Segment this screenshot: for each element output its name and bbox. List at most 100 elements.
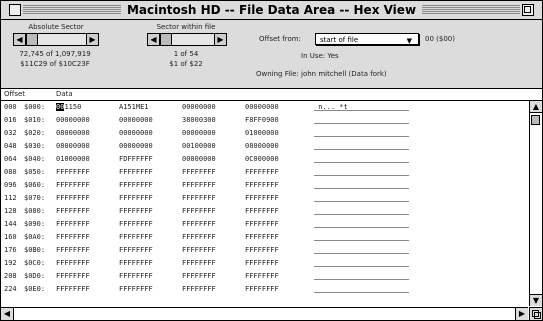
hex-word[interactable]: FFFFFFFF xyxy=(182,257,216,270)
hex-word[interactable]: FFFFFFFF xyxy=(56,205,90,218)
hex-word[interactable]: 00000000 xyxy=(182,127,216,140)
hex-row[interactable]: 192 $0C0: FFFFFFFF FFFFFFFF FFFFFFFF FFFFFFFF xyxy=(1,257,528,270)
hex-word[interactable]: 00000000 xyxy=(119,127,153,140)
hex-word[interactable]: FFFFFFFF xyxy=(182,192,216,205)
hex-word[interactable]: FFFFFFFF xyxy=(56,231,90,244)
hex-word[interactable]: 08000000 xyxy=(245,140,279,153)
hex-word[interactable]: 08000000 xyxy=(56,140,90,153)
hex-word[interactable]: FFFFFFFF xyxy=(245,231,279,244)
vertical-scrollbar[interactable]: ▲ ▼ xyxy=(529,101,542,306)
up-arrow-icon[interactable]: ▲ xyxy=(530,101,542,113)
right-arrow-icon[interactable]: ▶ xyxy=(515,308,528,320)
hex-word[interactable]: 00000000 xyxy=(119,140,153,153)
sector-within-file-thumb[interactable] xyxy=(160,34,172,45)
down-arrow-icon[interactable]: ▼ xyxy=(530,294,542,306)
hex-word[interactable]: 00000000 xyxy=(56,114,90,127)
hex-word[interactable]: FFFFFFFF xyxy=(56,270,90,283)
hex-row[interactable]: 208 $0D0: FFFFFFFF FFFFFFFF FFFFFFFF FFFFFFFF xyxy=(1,270,528,283)
hex-word[interactable]: FFFFFFFF xyxy=(119,270,153,283)
hex-row[interactable]: 096 $060: FFFFFFFF FFFFFFFF FFFFFFFF FFFFFFFF xyxy=(1,179,528,192)
hex-word[interactable]: FDFFFFFF xyxy=(119,153,153,166)
row-offset-decimal: 032 xyxy=(4,129,17,137)
hex-row[interactable]: 064 $040: 01000000 FDFFFFFF 00000000 0C000000 xyxy=(1,153,528,166)
hex-word[interactable]: FFFFFFFF xyxy=(182,244,216,257)
row-offset-hex: $010: xyxy=(24,116,46,124)
hex-word[interactable]: 00000000 xyxy=(182,153,216,166)
ascii-underline xyxy=(314,279,409,280)
hex-row[interactable]: 112 $070: FFFFFFFF FFFFFFFF FFFFFFFF FFFFFFFF xyxy=(1,192,528,205)
title-bar[interactable]: Macintosh HD -- File Data Area -- Hex Vi… xyxy=(1,1,542,20)
hex-word[interactable]: FFFFFFFF xyxy=(56,257,90,270)
hex-word[interactable]: 001150 xyxy=(56,101,81,114)
hex-word[interactable]: 08000000 xyxy=(56,127,90,140)
left-arrow-icon[interactable]: ◀ xyxy=(1,308,14,320)
sector-within-file-scrollbar[interactable]: ◀ ▶ xyxy=(147,33,227,46)
hex-row[interactable]: 016 $010: 00000000 00000000 38000300 F8FF0900 xyxy=(1,114,528,127)
hex-word[interactable]: FFFFFFFF xyxy=(245,257,279,270)
hex-word[interactable]: FFFFFFFF xyxy=(182,231,216,244)
hex-row[interactable]: 080 $050: FFFFFFFF FFFFFFFF FFFFFFFF FFFFFFFF xyxy=(1,166,528,179)
hex-row[interactable]: 000 $000: 001150 A151ME1 00000000 00000000 _n.… xyxy=(1,101,528,114)
hex-word[interactable]: FFFFFFFF xyxy=(56,166,90,179)
absolute-sector-thumb[interactable] xyxy=(26,34,38,45)
hex-word[interactable]: 00000000 xyxy=(245,101,279,114)
hex-row[interactable]: 176 $0B0: FFFFFFFF FFFFFFFF FFFFFFFF FFFFFFFF xyxy=(1,244,528,257)
hex-word[interactable]: F8FF0900 xyxy=(245,114,279,127)
hex-word[interactable]: FFFFFFFF xyxy=(245,283,279,296)
hex-word[interactable]: A151ME1 xyxy=(119,101,149,114)
hex-word[interactable]: FFFFFFFF xyxy=(119,283,153,296)
hex-row[interactable]: 224 $0E0: FFFFFFFF FFFFFFFF FFFFFFFF FFFFFFFF xyxy=(1,283,528,296)
hex-word[interactable]: FFFFFFFF xyxy=(245,244,279,257)
close-box[interactable] xyxy=(9,4,21,16)
hex-word[interactable]: 0C000000 xyxy=(245,153,279,166)
hex-word[interactable]: 00000000 xyxy=(119,114,153,127)
hex-word[interactable]: FFFFFFFF xyxy=(119,205,153,218)
hex-word[interactable]: FFFFFFFF xyxy=(245,192,279,205)
hex-row[interactable]: 032 $020: 08000000 00000000 00000000 01000000 xyxy=(1,127,528,140)
hex-row[interactable]: 144 $090: FFFFFFFF FFFFFFFF FFFFFFFF FFFFFFFF xyxy=(1,218,528,231)
hex-word[interactable]: FFFFFFFF xyxy=(182,283,216,296)
left-arrow-icon[interactable]: ◀ xyxy=(148,34,160,45)
right-arrow-icon[interactable]: ▶ xyxy=(214,34,226,45)
hex-word[interactable]: 01000000 xyxy=(245,127,279,140)
absolute-sector-scrollbar[interactable]: ◀ ▶ xyxy=(13,33,99,46)
hex-word[interactable]: FFFFFFFF xyxy=(182,166,216,179)
left-arrow-icon[interactable]: ◀ xyxy=(14,34,26,45)
hex-word[interactable]: FFFFFFFF xyxy=(119,244,153,257)
hex-word[interactable]: FFFFFFFF xyxy=(245,166,279,179)
hex-row[interactable]: 048 $030: 08000000 00000000 00100000 08000000 xyxy=(1,140,528,153)
hex-word[interactable]: FFFFFFFF xyxy=(182,218,216,231)
hex-word[interactable]: FFFFFFFF xyxy=(119,166,153,179)
horizontal-scrollbar[interactable]: ◀ ▶ xyxy=(1,307,528,320)
vertical-scroll-thumb[interactable] xyxy=(531,115,540,125)
hex-word[interactable]: 01000000 xyxy=(56,153,90,166)
hex-word[interactable]: FFFFFFFF xyxy=(182,205,216,218)
hex-word[interactable]: FFFFFFFF xyxy=(119,231,153,244)
hex-word[interactable]: 00000000 xyxy=(182,101,216,114)
hex-word[interactable]: FFFFFFFF xyxy=(245,218,279,231)
offset-from-popup[interactable]: start of file ▼ xyxy=(315,33,419,45)
hex-word[interactable]: FFFFFFFF xyxy=(56,283,90,296)
hex-word[interactable]: 00100000 xyxy=(182,140,216,153)
hex-word[interactable]: FFFFFFFF xyxy=(56,218,90,231)
hex-word[interactable]: FFFFFFFF xyxy=(119,218,153,231)
hex-word[interactable]: FFFFFFFF xyxy=(119,257,153,270)
zoom-box[interactable] xyxy=(522,4,534,16)
hex-word[interactable]: FFFFFFFF xyxy=(182,179,216,192)
hex-word[interactable]: FFFFFFFF xyxy=(245,179,279,192)
hex-row[interactable]: 160 $0A0: FFFFFFFF FFFFFFFF FFFFFFFF FFFFFFFF xyxy=(1,231,528,244)
hex-word[interactable]: FFFFFFFF xyxy=(182,270,216,283)
hex-word[interactable]: FFFFFFFF xyxy=(245,270,279,283)
row-offset-hex: $0E0: xyxy=(24,285,46,293)
hex-word[interactable]: FFFFFFFF xyxy=(56,192,90,205)
hex-word[interactable]: FFFFFFFF xyxy=(119,192,153,205)
hex-rows[interactable]: 000 $000: 001150 A151ME1 00000000 00000000 _n.… xyxy=(1,101,528,296)
hex-word[interactable]: FFFFFFFF xyxy=(119,179,153,192)
hex-word[interactable]: 38000300 xyxy=(182,114,216,127)
grow-box[interactable] xyxy=(529,307,542,320)
right-arrow-icon[interactable]: ▶ xyxy=(86,34,98,45)
hex-row[interactable]: 128 $080: FFFFFFFF FFFFFFFF FFFFFFFF FFFFFFFF xyxy=(1,205,528,218)
hex-word[interactable]: FFFFFFFF xyxy=(245,205,279,218)
hex-word[interactable]: FFFFFFFF xyxy=(56,179,90,192)
hex-word[interactable]: FFFFFFFF xyxy=(56,244,90,257)
